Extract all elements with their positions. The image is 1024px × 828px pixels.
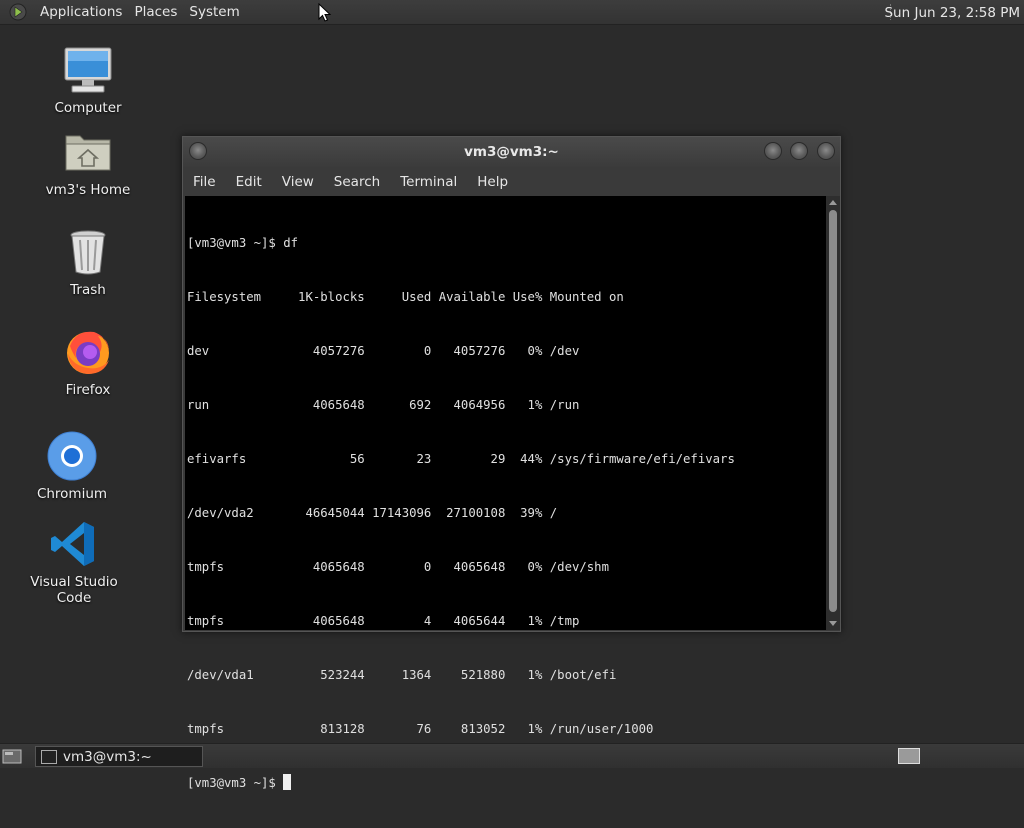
chromium-icon: [47, 431, 97, 481]
desktop-icon-label: vm3's Home: [45, 182, 131, 198]
top-panel: Applications Places System Sun Jun 23, 2…: [0, 0, 1024, 25]
terminal-line: /dev/vda1 523244 1364 521880 1% /boot/ef…: [187, 668, 617, 682]
desktop-icon-trash[interactable]: Trash: [28, 226, 148, 298]
desktop-icon-label: Computer: [54, 100, 122, 116]
desktop-icon-label: Chromium: [36, 486, 108, 502]
clock[interactable]: Sun Jun 23, 2:58 PM: [884, 0, 1020, 25]
terminal-window[interactable]: vm3@vm3:~ File Edit View Search Terminal…: [182, 136, 841, 790]
terminal-line: run 4065648 692 4064956 1% /run: [187, 398, 580, 412]
terminal-line: efivarfs 56 23 29 44% /sys/firmware/efi/…: [187, 452, 735, 466]
terminal-line: tmpfs 4065648 0 4065648 0% /dev/shm: [187, 560, 609, 574]
menu-help[interactable]: Help: [467, 174, 518, 190]
menu-search[interactable]: Search: [324, 174, 390, 190]
desktop-icon-label: Firefox: [65, 382, 111, 398]
bottom-panel: vm3@vm3:~: [0, 743, 1024, 768]
desktop-icon-label: Visual Studio Code: [30, 574, 118, 606]
taskbar-terminal-button[interactable]: vm3@vm3:~: [35, 746, 203, 767]
places-menu[interactable]: Places: [128, 4, 183, 20]
terminal-titlebar[interactable]: vm3@vm3:~: [183, 137, 840, 167]
firefox-icon: [67, 331, 109, 374]
system-menu[interactable]: System: [183, 4, 245, 20]
terminal-line: [vm3@vm3 ~]$ df: [187, 236, 299, 250]
home-folder-icon: [65, 135, 111, 171]
close-button[interactable]: [817, 142, 835, 160]
terminal-prompt: [vm3@vm3 ~]$: [187, 776, 284, 790]
desktop-icon-chromium[interactable]: Chromium: [12, 430, 132, 502]
workspace-switcher[interactable]: [898, 748, 920, 764]
terminal-menubar: File Edit View Search Terminal Help: [183, 167, 840, 196]
terminal-line: dev 4057276 0 4057276 0% /dev: [187, 344, 580, 358]
text-cursor: [283, 774, 292, 790]
computer-icon: [64, 47, 112, 93]
terminal-icon: [41, 749, 57, 764]
desktop-icon-computer[interactable]: Computer: [28, 44, 148, 116]
desktop-icon-firefox[interactable]: Firefox: [28, 326, 148, 398]
desktop-icon-vscode[interactable]: Visual Studio Code: [14, 518, 134, 606]
mate-logo-icon[interactable]: [8, 2, 28, 22]
trash-icon: [70, 230, 106, 275]
vscode-icon: [51, 522, 94, 566]
scroll-up-arrow-icon[interactable]: [829, 200, 837, 205]
desktop-icon-home[interactable]: vm3's Home: [28, 126, 148, 198]
show-desktop-icon[interactable]: [2, 748, 22, 765]
terminal-title: vm3@vm3:~: [464, 144, 559, 160]
terminal-line: tmpfs 813128 76 813052 1% /run/user/1000: [187, 722, 654, 736]
terminal-output[interactable]: [vm3@vm3 ~]$ df Filesystem 1K-blocks Use…: [185, 196, 826, 790]
menu-file[interactable]: File: [183, 174, 226, 190]
mouse-pointer-icon: [318, 3, 332, 22]
scroll-down-arrow-icon[interactable]: [829, 621, 837, 626]
menu-view[interactable]: View: [272, 174, 324, 190]
maximize-button[interactable]: [790, 142, 808, 160]
terminal-line: tmpfs 4065648 4 4065644 1% /tmp: [187, 614, 580, 628]
desktop-icon-label: Trash: [70, 282, 106, 298]
scroll-thumb[interactable]: [829, 210, 837, 612]
taskbar-terminal-label: vm3@vm3:~: [63, 748, 152, 765]
minimize-button[interactable]: [764, 142, 782, 160]
terminal-prompt-line[interactable]: [vm3@vm3 ~]$: [187, 774, 826, 792]
terminal-line: /dev/vda2 46645044 17143096 27100108 39%…: [187, 506, 558, 520]
applications-menu[interactable]: Applications: [34, 4, 128, 20]
terminal-line: Filesystem 1K-blocks Used Available Use%…: [187, 290, 624, 304]
window-menu-button[interactable]: [189, 142, 207, 160]
menu-terminal[interactable]: Terminal: [390, 174, 467, 190]
terminal-scrollbar[interactable]: [826, 196, 840, 630]
menu-edit[interactable]: Edit: [226, 174, 272, 190]
